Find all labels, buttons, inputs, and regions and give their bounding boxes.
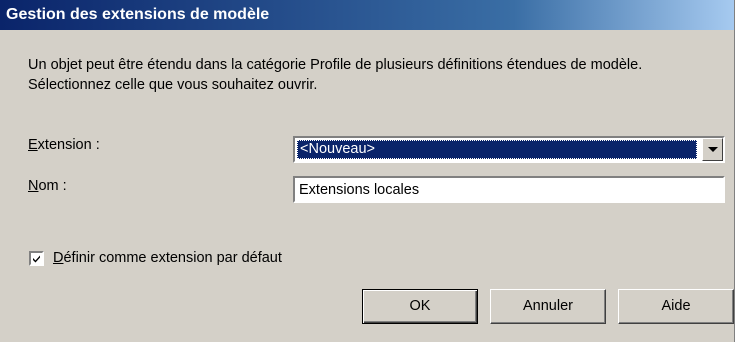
name-label: Nom :: [28, 177, 67, 195]
name-field[interactable]: [293, 176, 725, 203]
extension-label: Extension :: [28, 136, 100, 154]
dialog-description: Un objet peut être étendu dans la catégo…: [28, 57, 643, 93]
cancel-button[interactable]: Annuler: [490, 289, 606, 324]
ok-button[interactable]: OK: [362, 289, 478, 324]
checkmark-icon: [33, 255, 40, 263]
extension-management-dialog: Gestion des extensions de modèle Un obje…: [0, 0, 735, 342]
help-button[interactable]: Aide: [618, 289, 734, 324]
extension-select-value: <Nouveau>: [297, 140, 697, 159]
default-extension-text: éfinir comme extension par défaut: [63, 250, 282, 266]
default-extension-checkbox[interactable]: [29, 251, 44, 266]
name-label-accelerator: N: [28, 178, 39, 194]
extension-label-text: xtension :: [37, 137, 100, 153]
chevron-down-icon[interactable]: [702, 138, 723, 161]
extension-select[interactable]: <Nouveau>: [293, 136, 725, 163]
dialog-title: Gestion des extensions de modèle: [6, 6, 270, 23]
default-extension-label[interactable]: Définir comme extension par défaut: [53, 249, 282, 267]
extension-label-accelerator: E: [28, 137, 38, 153]
title-bar[interactable]: Gestion des extensions de modèle: [0, 0, 734, 30]
name-label-text: om :: [38, 178, 67, 194]
default-extension-accelerator: D: [53, 250, 64, 266]
